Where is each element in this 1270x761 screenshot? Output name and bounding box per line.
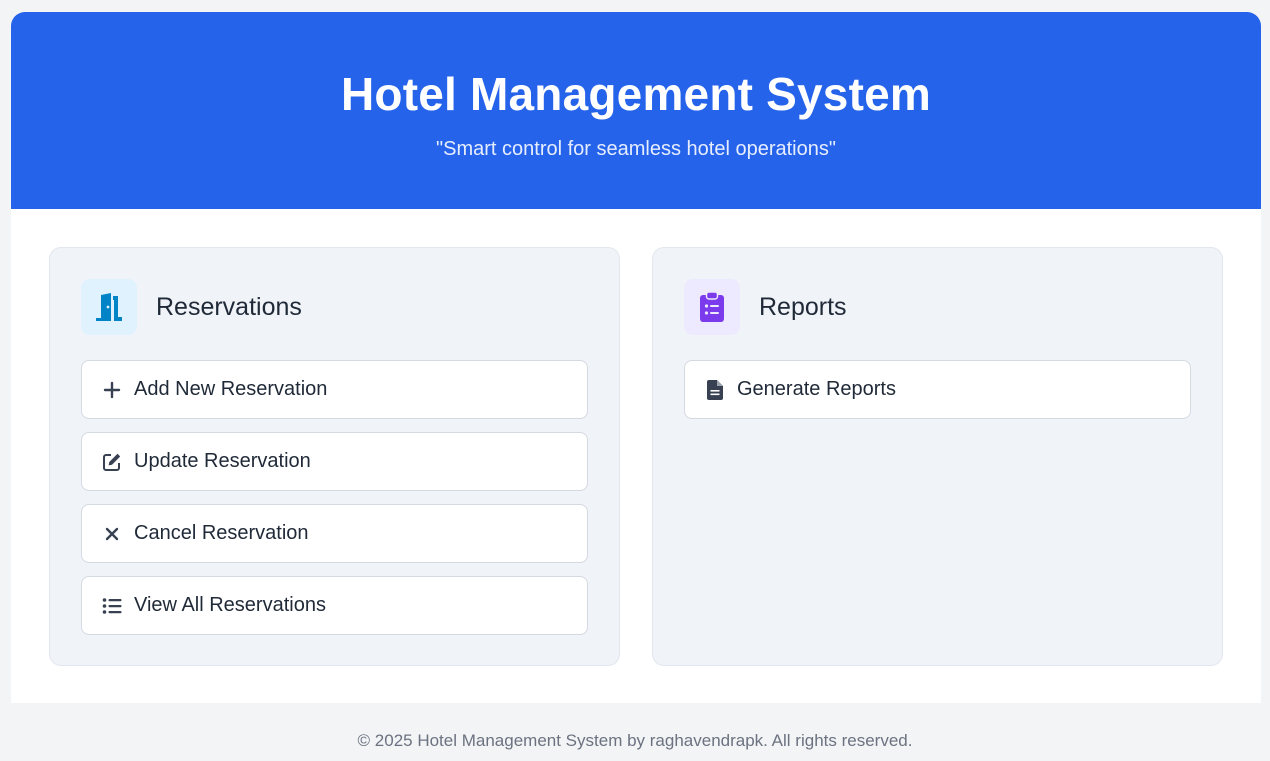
page-header: Hotel Management System "Smart control f… — [11, 12, 1261, 209]
add-reservation-button[interactable]: Add New Reservation — [81, 360, 588, 419]
door-open-icon — [81, 279, 137, 335]
reports-card: Reports Generate Reports — [652, 247, 1223, 666]
clipboard-list-icon — [684, 279, 740, 335]
footer-text: © 2025 Hotel Management System by raghav… — [357, 731, 913, 750]
reservations-card-header: Reservations — [81, 279, 302, 335]
reservations-title: Reservations — [156, 292, 302, 321]
update-reservation-label: Update Reservation — [134, 450, 311, 472]
reports-card-header: Reports — [684, 279, 847, 335]
page-footer: © 2025 Hotel Management System by raghav… — [0, 703, 1270, 761]
reservations-card: Reservations Add New Reservation Update … — [49, 247, 620, 666]
main-content: Reservations Add New Reservation Update … — [11, 209, 1261, 703]
app-container: Hotel Management System "Smart control f… — [11, 12, 1261, 703]
generate-reports-label: Generate Reports — [737, 378, 896, 400]
view-all-reservations-label: View All Reservations — [134, 594, 326, 616]
add-reservation-label: Add New Reservation — [134, 378, 328, 400]
reports-actions: Generate Reports — [684, 360, 1191, 432]
list-icon — [102, 596, 122, 616]
close-icon — [102, 524, 122, 544]
plus-icon — [102, 380, 122, 400]
page-title: Hotel Management System — [341, 68, 931, 120]
update-reservation-button[interactable]: Update Reservation — [81, 432, 588, 491]
page-subtitle: "Smart control for seamless hotel operat… — [436, 138, 836, 160]
view-all-reservations-button[interactable]: View All Reservations — [81, 576, 588, 635]
file-icon — [705, 379, 725, 400]
edit-icon — [102, 452, 122, 472]
reservations-actions: Add New Reservation Update Reservation C… — [81, 360, 588, 648]
cancel-reservation-label: Cancel Reservation — [134, 522, 309, 544]
cancel-reservation-button[interactable]: Cancel Reservation — [81, 504, 588, 563]
reports-title: Reports — [759, 292, 847, 321]
generate-reports-button[interactable]: Generate Reports — [684, 360, 1191, 419]
